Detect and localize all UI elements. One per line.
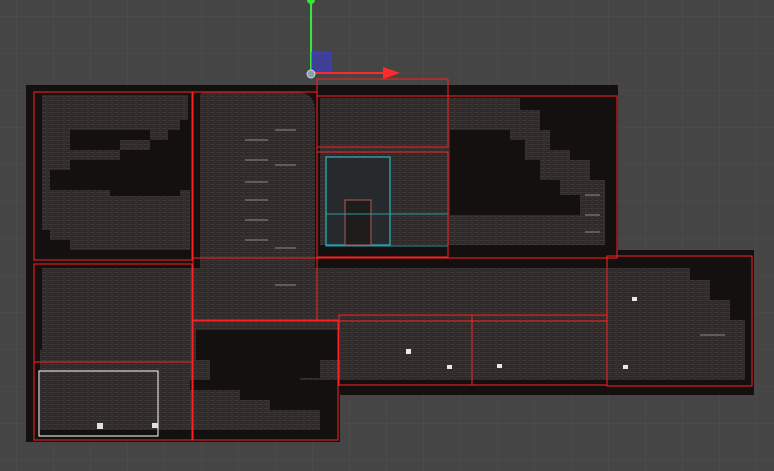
- room-middle-tiles: [40, 268, 745, 380]
- pivot-icon[interactable]: [306, 69, 316, 79]
- spawn-marker-2[interactable]: [152, 423, 158, 428]
- scene-viewport[interactable]: [0, 0, 774, 471]
- teal-chamber-inner: [344, 199, 372, 246]
- xy-plane-handle[interactable]: [311, 51, 332, 72]
- spawn-marker[interactable]: [97, 423, 103, 429]
